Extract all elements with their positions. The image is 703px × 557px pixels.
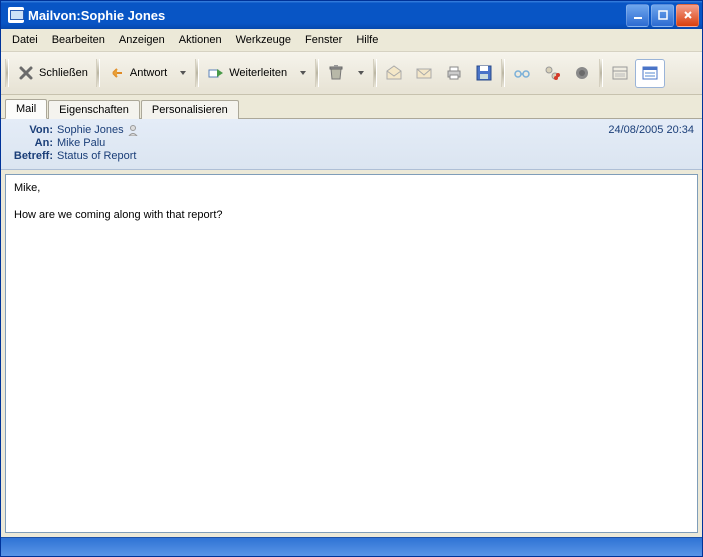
body-spacer bbox=[14, 197, 689, 208]
menu-view[interactable]: Anzeigen bbox=[112, 33, 172, 47]
mark-unread-button[interactable] bbox=[409, 59, 439, 88]
read-later-button[interactable] bbox=[507, 59, 537, 88]
print-button[interactable] bbox=[439, 59, 469, 88]
from-label: Von: bbox=[9, 124, 53, 136]
subject-value: Status of Report bbox=[57, 150, 137, 162]
mail-window: Mailvon:Sophie Jones Datei Bearbeiten An… bbox=[0, 0, 703, 557]
reply-icon bbox=[108, 64, 126, 82]
toolbar-separator bbox=[96, 59, 100, 87]
app-icon bbox=[8, 7, 24, 23]
toolbar-separator bbox=[315, 59, 319, 87]
preview-icon bbox=[641, 64, 659, 82]
menu-help[interactable]: Hilfe bbox=[349, 33, 385, 47]
delete-button[interactable] bbox=[321, 59, 351, 87]
mail-closed-icon bbox=[415, 64, 433, 82]
chevron-down-icon bbox=[299, 71, 307, 75]
tab-mail[interactable]: Mail bbox=[5, 99, 47, 119]
toolbar-separator bbox=[5, 59, 9, 87]
tab-properties[interactable]: Eigenschaften bbox=[48, 100, 140, 119]
mail-body[interactable]: Mike, How are we coming along with that … bbox=[5, 174, 698, 533]
close-window-button[interactable] bbox=[676, 4, 699, 27]
tag-icon bbox=[543, 64, 561, 82]
toolbar-separator bbox=[195, 59, 199, 87]
trash-icon bbox=[327, 64, 345, 82]
reply-button[interactable]: Antwort bbox=[102, 59, 173, 87]
forward-button[interactable]: Weiterleiten bbox=[201, 59, 293, 87]
menu-edit[interactable]: Bearbeiten bbox=[45, 33, 112, 47]
properties-icon bbox=[611, 64, 629, 82]
forward-icon bbox=[207, 64, 225, 82]
toolbar-separator bbox=[501, 59, 505, 87]
junk-icon bbox=[573, 64, 591, 82]
body-line: Mike, bbox=[14, 181, 689, 197]
tag-button[interactable] bbox=[537, 59, 567, 88]
maximize-button[interactable] bbox=[651, 4, 674, 27]
close-button[interactable]: Schließen bbox=[11, 59, 94, 87]
print-icon bbox=[445, 64, 463, 82]
glasses-icon bbox=[513, 64, 531, 82]
presence-icon bbox=[128, 124, 142, 136]
menu-actions[interactable]: Aktionen bbox=[172, 33, 229, 47]
reply-dropdown[interactable] bbox=[173, 59, 193, 87]
floppy-icon bbox=[475, 64, 493, 82]
toolbar-separator bbox=[373, 59, 377, 87]
reply-label: Antwort bbox=[130, 67, 167, 79]
titlebar: Mailvon:Sophie Jones bbox=[1, 1, 702, 29]
mail-open-icon bbox=[385, 64, 403, 82]
menu-window[interactable]: Fenster bbox=[298, 33, 349, 47]
delete-dropdown[interactable] bbox=[351, 59, 371, 87]
body-line: How are we coming along with that report… bbox=[14, 208, 689, 224]
properties-view-button[interactable] bbox=[605, 59, 635, 88]
forward-label: Weiterleiten bbox=[229, 67, 287, 79]
tab-personalize[interactable]: Personalisieren bbox=[141, 100, 239, 119]
mail-header: Von: Sophie Jones 24/08/2005 20:34 An: M… bbox=[1, 119, 702, 170]
menu-file[interactable]: Datei bbox=[5, 33, 45, 47]
preview-button[interactable] bbox=[635, 59, 665, 88]
to-label: An: bbox=[9, 137, 53, 149]
to-value: Mike Palu bbox=[57, 137, 105, 149]
tab-row: Mail Eigenschaften Personalisieren bbox=[1, 96, 702, 119]
window-title: Mailvon:Sophie Jones bbox=[28, 8, 626, 23]
close-icon bbox=[17, 64, 35, 82]
forward-dropdown[interactable] bbox=[293, 59, 313, 87]
chevron-down-icon bbox=[357, 71, 365, 75]
window-controls bbox=[626, 4, 699, 27]
toolbar: Schließen Antwort Weiterleiten bbox=[1, 52, 702, 95]
subject-label: Betreff: bbox=[9, 150, 53, 162]
minimize-button[interactable] bbox=[626, 4, 649, 27]
junk-button[interactable] bbox=[567, 59, 597, 88]
save-button[interactable] bbox=[469, 59, 499, 88]
mail-date: 24/08/2005 20:34 bbox=[608, 124, 694, 136]
from-value: Sophie Jones bbox=[57, 124, 124, 136]
menu-tools[interactable]: Werkzeuge bbox=[229, 33, 298, 47]
menubar: Datei Bearbeiten Anzeigen Aktionen Werkz… bbox=[1, 29, 702, 52]
statusbar bbox=[1, 537, 702, 556]
toolbar-separator bbox=[599, 59, 603, 87]
mark-read-button[interactable] bbox=[379, 59, 409, 88]
close-label: Schließen bbox=[39, 67, 88, 79]
chevron-down-icon bbox=[179, 71, 187, 75]
